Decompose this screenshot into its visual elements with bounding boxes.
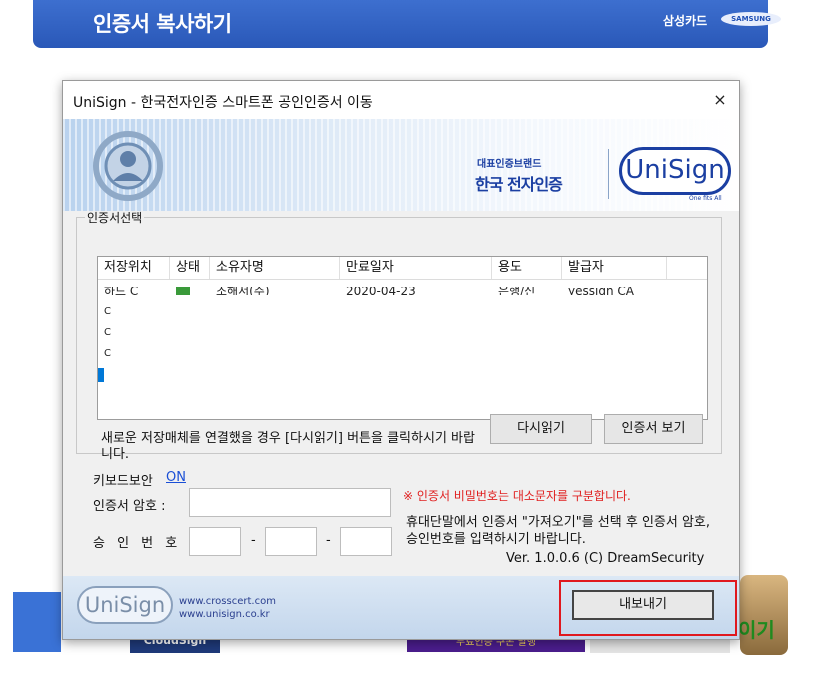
table-row[interactable]: C xyxy=(98,301,707,322)
keyboard-security-toggle[interactable]: ON xyxy=(166,470,186,485)
samsung-logo: SAMSUNG xyxy=(721,12,781,26)
help-text: 휴대단말에서 인증서 "가져오기"를 선택 후 인증서 암호, 승인번호를 입력… xyxy=(406,515,711,547)
password-warning: ※ 인증서 비밀번호는 대소문자를 구분합니다. xyxy=(403,489,631,503)
auth-number-field-2[interactable] xyxy=(265,527,317,556)
unisign-link[interactable]: www.unisign.co.kr xyxy=(179,608,276,621)
page-title: 인증서 복사하기 xyxy=(93,12,232,36)
cell-issuer: yessign CA xyxy=(568,286,634,295)
auth-dash-2: - xyxy=(326,533,331,548)
cell-location: C xyxy=(104,326,111,338)
cell-owner: 조해서(주) xyxy=(216,286,270,295)
unisign-logo: UniSign xyxy=(619,147,731,195)
dialog-titlebar: UniSign - 한국전자인증 스마트폰 공인인증서 이동 × xyxy=(63,81,739,119)
reload-notice: 새로운 저장매체를 연결했을 경우 [다시읽기] 버튼을 클릭하시기 바랍니다. xyxy=(101,431,475,462)
cell-usage: 은행/신 xyxy=(498,286,536,295)
cell-status xyxy=(170,286,210,295)
cell-expiry: 2020-04-23 xyxy=(346,286,416,295)
samsung-card-brand: 삼성카드 xyxy=(663,14,708,28)
column-expiry[interactable]: 만료일자 xyxy=(340,257,492,279)
auth-number-field-3[interactable] xyxy=(340,527,392,556)
column-usage[interactable]: 용도 xyxy=(492,257,562,279)
valid-status-icon xyxy=(176,286,190,295)
cell-location: C xyxy=(104,305,111,317)
keyboard-security-label: 키보드보안 xyxy=(93,474,153,489)
mascot-text: 이기 xyxy=(738,618,775,642)
dialog-banner: 대표인증브랜드 한국 전자인증 UniSign One fits All xyxy=(63,119,739,211)
close-icon[interactable]: × xyxy=(707,87,733,113)
auth-number-label: 승 인 번 호 : xyxy=(93,536,198,551)
auth-dash-1: - xyxy=(251,533,256,548)
column-owner[interactable]: 소유자명 xyxy=(210,257,340,279)
dialog-footer: UniSign www.crosscert.com www.unisign.co… xyxy=(63,576,739,639)
cert-listview[interactable]: 저장위치 상태 소유자명 만료일자 용도 발급자 하드 C 조해서(주) 202… xyxy=(97,256,708,420)
background-banner-phone xyxy=(13,592,61,652)
brand-tagline: 대표인증브랜드 xyxy=(477,159,542,170)
reload-button[interactable]: 다시읽기 xyxy=(490,414,592,444)
column-status[interactable]: 상태 xyxy=(170,257,210,279)
dialog-title: UniSign - 한국전자인증 스마트폰 공인인증서 이동 xyxy=(73,95,373,111)
cell-location: 하드 C xyxy=(104,286,139,295)
view-certificate-button[interactable]: 인증서 보기 xyxy=(604,414,703,444)
password-input[interactable] xyxy=(189,488,391,517)
column-location[interactable]: 저장위치 xyxy=(98,257,170,279)
cert-list-header: 저장위치 상태 소유자명 만료일자 용도 발급자 xyxy=(98,257,707,280)
footer-links: www.crosscert.com www.unisign.co.kr xyxy=(179,595,276,621)
unisign-dialog: UniSign - 한국전자인증 스마트폰 공인인증서 이동 × 대표인증브랜드… xyxy=(62,80,740,640)
crosscert-link[interactable]: www.crosscert.com xyxy=(179,595,276,608)
cell-location: C xyxy=(104,347,111,359)
table-row[interactable]: C xyxy=(98,322,707,343)
cell-location: C xyxy=(110,368,117,380)
version-text: Ver. 1.0.0.6 (C) DreamSecurity xyxy=(506,551,705,566)
export-button[interactable]: 내보내기 xyxy=(572,590,714,620)
column-issuer[interactable]: 발급자 xyxy=(562,257,667,279)
table-row[interactable]: C xyxy=(98,343,707,364)
crosscert-brand: 한국 전자인증 xyxy=(475,175,563,194)
footer-unisign-logo: UniSign xyxy=(77,586,173,624)
person-emblem-icon xyxy=(93,131,163,201)
banner-divider xyxy=(608,149,609,199)
cert-selection-legend: 인증서선택 xyxy=(87,211,143,225)
auth-number-field-1[interactable] xyxy=(189,527,241,556)
unisign-tagline: One fits All xyxy=(689,195,722,202)
table-row-selected[interactable]: C xyxy=(98,364,707,385)
password-label: 인증서 암호 : xyxy=(93,499,166,514)
page-header: 인증서 복사하기 삼성카드 SAMSUNG xyxy=(33,0,781,48)
table-row[interactable]: 하드 C 조해서(주) 2020-04-23 은행/신 yessign CA xyxy=(98,280,707,301)
